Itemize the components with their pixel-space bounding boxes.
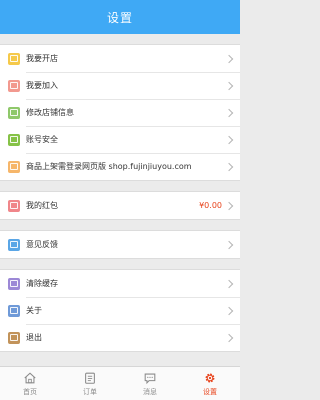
menu-item-label: 我要开店 <box>26 54 58 63</box>
menu-item-about[interactable]: 关于 <box>0 297 240 324</box>
tab-messages[interactable]: 消息 <box>120 367 180 400</box>
chevron-right-icon <box>224 81 234 90</box>
chevron-right-icon <box>224 201 234 210</box>
settings-group-system: 清除缓存 关于 退出 <box>0 269 240 352</box>
menu-item-feedback[interactable]: 意见反馈 <box>0 231 240 258</box>
settings-group-wallet: 我的红包 ¥0.00 <box>0 191 240 220</box>
chevron-right-icon <box>224 108 234 117</box>
tab-settings[interactable]: 设置 <box>180 367 240 400</box>
web-icon <box>8 160 20 173</box>
red-packet-icon <box>8 199 20 212</box>
menu-item-label: 退出 <box>26 333 42 342</box>
menu-item-clear-cache[interactable]: 清除缓存 <box>0 270 240 297</box>
tab-label: 设置 <box>203 387 217 396</box>
message-icon <box>144 373 156 384</box>
menu-item-label: 账号安全 <box>26 135 58 144</box>
menu-item-edit-store[interactable]: 修改店铺信息 <box>0 99 240 126</box>
logout-icon <box>8 331 20 344</box>
red-packet-balance: ¥0.00 <box>199 201 222 210</box>
home-icon <box>24 371 36 383</box>
lock-icon <box>8 133 20 146</box>
menu-item-label: 商品上架需登录网页版 shop.fujinjiuyou.com <box>26 162 192 171</box>
chevron-right-icon <box>224 333 234 342</box>
menu-item-label: 关于 <box>26 306 42 315</box>
settings-icon <box>205 373 215 382</box>
menu-item-label: 我要加入 <box>26 81 58 90</box>
chevron-right-icon <box>224 306 234 315</box>
menu-item-label: 我的红包 <box>26 201 58 210</box>
tab-label: 首页 <box>23 387 37 396</box>
settings-group-store: 我要开店 我要加入 修改店铺信息 账号安全 商品上架需登录网页版 shop.fu… <box>0 44 240 181</box>
menu-item-label: 意见反馈 <box>26 240 58 249</box>
chevron-right-icon <box>224 240 234 249</box>
tab-label: 消息 <box>143 387 157 396</box>
menu-item-label: 修改店铺信息 <box>26 108 74 117</box>
clear-cache-icon <box>8 277 20 290</box>
menu-item-open-store[interactable]: 我要开店 <box>0 45 240 72</box>
page-title: 设置 <box>106 10 133 25</box>
bottom-tab-bar: 首页 订单 消息 设置 <box>0 366 240 400</box>
menu-item-label: 清除缓存 <box>26 279 58 288</box>
store-icon <box>8 52 20 65</box>
feedback-icon <box>8 238 20 251</box>
chevron-right-icon <box>224 162 234 171</box>
order-icon <box>85 372 95 384</box>
chevron-right-icon <box>224 54 234 63</box>
join-icon <box>8 79 20 92</box>
menu-item-red-packet[interactable]: 我的红包 ¥0.00 <box>0 192 240 219</box>
menu-item-join[interactable]: 我要加入 <box>0 72 240 99</box>
chevron-right-icon <box>224 279 234 288</box>
settings-group-feedback: 意见反馈 <box>0 230 240 259</box>
menu-item-logout[interactable]: 退出 <box>0 324 240 351</box>
menu-item-web-version[interactable]: 商品上架需登录网页版 shop.fujinjiuyou.com <box>0 153 240 180</box>
tab-home[interactable]: 首页 <box>0 367 60 400</box>
title-bar: 设置 <box>0 0 240 34</box>
about-icon <box>8 304 20 317</box>
tab-orders[interactable]: 订单 <box>60 367 120 400</box>
tab-label: 订单 <box>83 387 97 396</box>
edit-store-icon <box>8 106 20 119</box>
menu-item-account-security[interactable]: 账号安全 <box>0 126 240 153</box>
settings-list: 我要开店 我要加入 修改店铺信息 账号安全 商品上架需登录网页版 shop.fu… <box>0 34 240 366</box>
chevron-right-icon <box>224 135 234 144</box>
